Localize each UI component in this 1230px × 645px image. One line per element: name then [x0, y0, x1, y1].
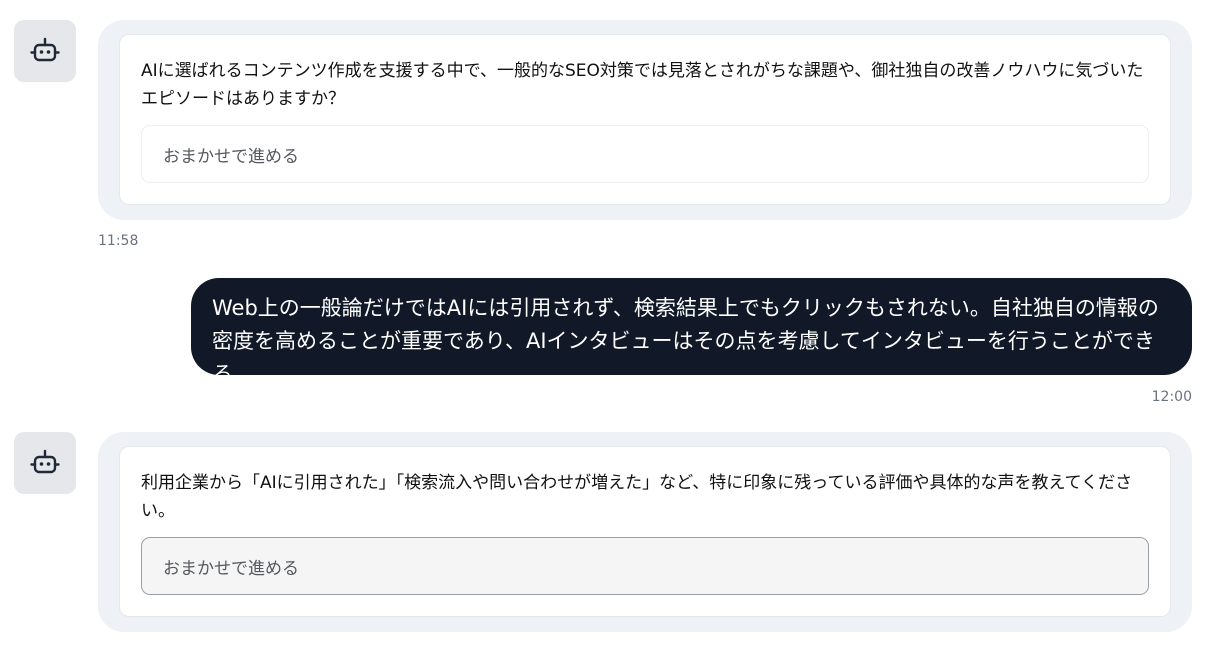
bot-message-bubble: AIに選ばれるコンテンツ作成を支援する中で、一般的なSEO対策では見落とされがち…	[98, 20, 1192, 220]
user-message-bubble: Web上の一般論だけではAIには引用されず、検索結果上でもクリックもされない。自…	[191, 278, 1192, 386]
message-timestamp: 11:58	[98, 233, 139, 249]
bot-avatar	[14, 432, 76, 494]
auto-proceed-button[interactable]: おまかせで進める	[141, 537, 1149, 595]
message-timestamp: 12:00	[1151, 389, 1192, 405]
auto-proceed-button[interactable]: おまかせで進める	[141, 125, 1149, 183]
bot-message-bubble: 利用企業から「AIに引用された」「検索流入や問い合わせが増えた」など、特に印象に…	[98, 432, 1192, 632]
option-label: おまかせで進める	[163, 146, 299, 167]
user-message-text: Web上の一般論だけではAIには引用されず、検索結果上でもクリックもされない。自…	[212, 296, 1159, 386]
bot-avatar	[14, 20, 76, 82]
question-card: AIに選ばれるコンテンツ作成を支援する中で、一般的なSEO対策では見落とされがち…	[119, 34, 1171, 205]
question-text: AIに選ばれるコンテンツ作成を支援する中で、一般的なSEO対策では見落とされがち…	[141, 61, 1144, 109]
robot-icon	[30, 37, 60, 65]
question-card: 利用企業から「AIに引用された」「検索流入や問い合わせが増えた」など、特に印象に…	[119, 446, 1171, 617]
question-text: 利用企業から「AIに引用された」「検索流入や問い合わせが増えた」など、特に印象に…	[141, 473, 1133, 521]
robot-icon	[30, 449, 60, 477]
option-label: おまかせで進める	[163, 558, 299, 579]
